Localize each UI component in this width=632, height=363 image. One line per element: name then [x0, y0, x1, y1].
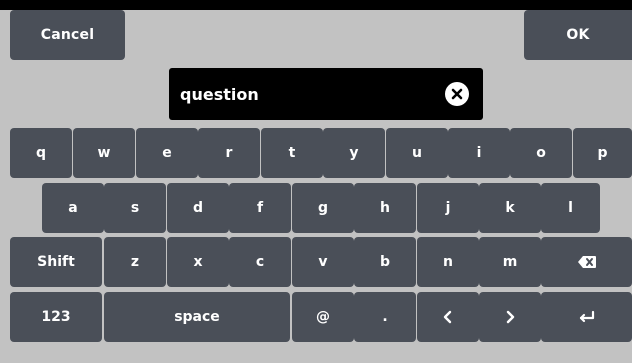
at-key[interactable]: @ — [292, 292, 354, 342]
key-v[interactable]: v — [292, 237, 354, 287]
key-u[interactable]: u — [386, 128, 448, 178]
key-s[interactable]: s — [104, 183, 166, 233]
key-q[interactable]: q — [10, 128, 72, 178]
top-bezel — [0, 0, 632, 10]
key-e[interactable]: e — [136, 128, 198, 178]
key-f[interactable]: f — [229, 183, 291, 233]
left-arrow-key[interactable] — [417, 292, 479, 342]
enter-key[interactable] — [541, 292, 632, 342]
key-r[interactable]: r — [198, 128, 260, 178]
key-x[interactable]: x — [167, 237, 229, 287]
shift-key[interactable]: Shift — [10, 237, 102, 287]
key-n[interactable]: n — [417, 237, 479, 287]
key-p[interactable]: p — [573, 128, 632, 178]
key-t[interactable]: t — [261, 128, 323, 178]
key-d[interactable]: d — [167, 183, 229, 233]
numbers-key[interactable]: 123 — [10, 292, 102, 342]
key-a[interactable]: a — [42, 183, 104, 233]
cancel-button[interactable]: Cancel — [10, 10, 125, 60]
key-y[interactable]: y — [323, 128, 385, 178]
key-m[interactable]: m — [479, 237, 541, 287]
key-o[interactable]: o — [510, 128, 572, 178]
right-arrow-key[interactable] — [479, 292, 541, 342]
clear-icon[interactable] — [445, 82, 469, 106]
input-value: question — [180, 84, 259, 104]
backspace-icon — [577, 256, 596, 268]
enter-icon — [579, 310, 594, 323]
text-input-field[interactable]: question — [169, 68, 483, 120]
key-w[interactable]: w — [73, 128, 135, 178]
ok-button[interactable]: OK — [524, 10, 632, 60]
backspace-key[interactable] — [541, 237, 632, 287]
chevron-right-icon — [506, 310, 515, 324]
key-b[interactable]: b — [354, 237, 416, 287]
key-z[interactable]: z — [104, 237, 166, 287]
key-i[interactable]: i — [448, 128, 510, 178]
key-g[interactable]: g — [292, 183, 354, 233]
key-h[interactable]: h — [354, 183, 416, 233]
space-key[interactable]: space — [104, 292, 290, 342]
key-c[interactable]: c — [229, 237, 291, 287]
key-k[interactable]: k — [479, 183, 541, 233]
dot-key[interactable]: . — [354, 292, 416, 342]
key-j[interactable]: j — [417, 183, 479, 233]
key-l[interactable]: l — [541, 183, 600, 233]
keyboard-screen: Cancel OK question q w e r t y u i o p a… — [0, 0, 632, 363]
chevron-left-icon — [443, 310, 452, 324]
